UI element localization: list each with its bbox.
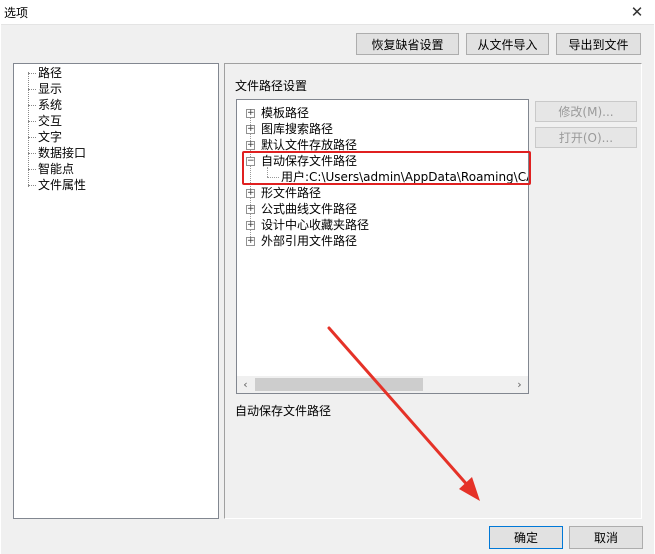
- nav-item-system[interactable]: 系统: [14, 97, 218, 113]
- tree-item-shape-file-path[interactable]: + 形文件路径: [237, 185, 528, 201]
- nav-connector: [28, 137, 36, 138]
- tree-item-design-center-favorites[interactable]: + 设计中心收藏夹路径: [237, 217, 528, 233]
- horizontal-scrollbar[interactable]: ‹ ›: [237, 376, 528, 393]
- expand-plus-icon[interactable]: +: [246, 125, 255, 134]
- nav-connector: [28, 105, 36, 106]
- nav-item-text[interactable]: 文字: [14, 129, 218, 145]
- nav-connector: [28, 89, 36, 90]
- cancel-button[interactable]: 取消: [569, 526, 643, 549]
- nav-item-label: 文件属性: [38, 178, 87, 192]
- close-icon[interactable]: ✕: [626, 2, 648, 22]
- file-path-tree[interactable]: + 模板路径 + 图库搜索路径 + 默认文件存放路径 − 自动保存文件路径 用户…: [236, 99, 529, 394]
- nav-item-path[interactable]: 路径: [14, 65, 218, 81]
- nav-item-label: 交互: [38, 114, 63, 128]
- tree-item-template-path[interactable]: + 模板路径: [237, 105, 528, 121]
- nav-item-label: 数据接口: [38, 146, 87, 160]
- expand-plus-icon[interactable]: +: [246, 109, 255, 118]
- nav-connector: [28, 153, 36, 154]
- nav-item-label: 文字: [38, 130, 63, 144]
- import-from-file-button[interactable]: 从文件导入: [466, 33, 549, 55]
- nav-item-file-properties[interactable]: 文件属性: [14, 177, 218, 193]
- expand-plus-icon[interactable]: +: [246, 205, 255, 214]
- expand-plus-icon[interactable]: +: [246, 189, 255, 198]
- scroll-right-icon[interactable]: ›: [511, 376, 528, 393]
- selected-path-description: 自动保存文件路径: [235, 404, 332, 418]
- nav-item-label: 系统: [38, 98, 63, 112]
- export-to-file-button[interactable]: 导出到文件: [556, 33, 641, 55]
- ok-button[interactable]: 确定: [489, 526, 563, 549]
- tree-item-xref-path[interactable]: + 外部引用文件路径: [237, 233, 528, 249]
- nav-item-label: 显示: [38, 82, 63, 96]
- nav-item-data-interface[interactable]: 数据接口: [14, 145, 218, 161]
- options-nav-tree[interactable]: 路径 显示 系统 交互 文字 数据接口 智能点 文件属性: [13, 63, 219, 519]
- tree-item-label: 图库搜索路径: [261, 122, 334, 136]
- section-title: 文件路径设置: [235, 79, 308, 93]
- nav-item-interaction[interactable]: 交互: [14, 113, 218, 129]
- highlight-annotation-box: [242, 151, 531, 185]
- window-title: 选项: [4, 6, 29, 20]
- expand-plus-icon[interactable]: +: [246, 221, 255, 230]
- open-button[interactable]: 打开(O)...: [535, 127, 637, 148]
- tree-item-label: 模板路径: [261, 106, 310, 120]
- nav-connector: [28, 185, 36, 186]
- modify-button[interactable]: 修改(M)...: [535, 101, 637, 122]
- title-bar: 选项 ✕: [0, 0, 655, 24]
- tree-item-label: 公式曲线文件路径: [261, 202, 358, 216]
- tree-item-label: 外部引用文件路径: [261, 234, 358, 248]
- nav-item-label: 路径: [38, 66, 63, 80]
- restore-defaults-button[interactable]: 恢复缺省设置: [356, 33, 459, 55]
- scroll-left-icon[interactable]: ‹: [237, 376, 254, 393]
- nav-connector: [28, 73, 36, 74]
- tree-item-library-search-path[interactable]: + 图库搜索路径: [237, 121, 528, 137]
- scrollbar-thumb[interactable]: [255, 378, 423, 391]
- tree-item-label: 设计中心收藏夹路径: [261, 218, 370, 232]
- expand-plus-icon[interactable]: +: [246, 237, 255, 246]
- nav-item-label: 智能点: [38, 162, 75, 176]
- nav-item-smart-point[interactable]: 智能点: [14, 161, 218, 177]
- nav-connector: [28, 169, 36, 170]
- nav-item-display[interactable]: 显示: [14, 81, 218, 97]
- tree-item-label: 形文件路径: [261, 186, 322, 200]
- nav-connector: [28, 121, 36, 122]
- tree-item-formula-curve-path[interactable]: + 公式曲线文件路径: [237, 201, 528, 217]
- expand-plus-icon[interactable]: +: [246, 141, 255, 150]
